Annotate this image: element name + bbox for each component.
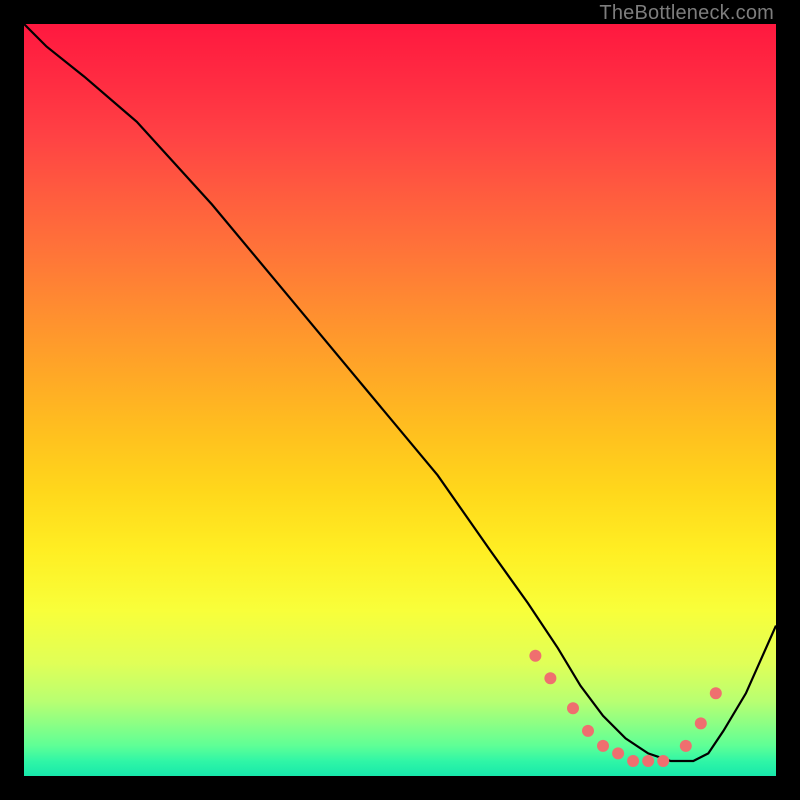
marker-dot — [582, 725, 594, 737]
marker-dot — [627, 755, 639, 767]
marker-dot — [529, 650, 541, 662]
marker-dot — [710, 687, 722, 699]
main-curve — [24, 24, 776, 761]
marker-dot — [680, 740, 692, 752]
plot-area — [24, 24, 776, 776]
marker-dot — [544, 672, 556, 684]
chart-frame: TheBottleneck.com — [0, 0, 800, 800]
watermark-text: TheBottleneck.com — [599, 2, 774, 25]
marker-dot — [657, 755, 669, 767]
marker-dot — [695, 717, 707, 729]
marker-dot — [567, 702, 579, 714]
marker-dot — [597, 740, 609, 752]
chart-svg — [24, 24, 776, 776]
marker-dot — [642, 755, 654, 767]
marker-dot — [612, 747, 624, 759]
marker-group — [529, 650, 721, 767]
